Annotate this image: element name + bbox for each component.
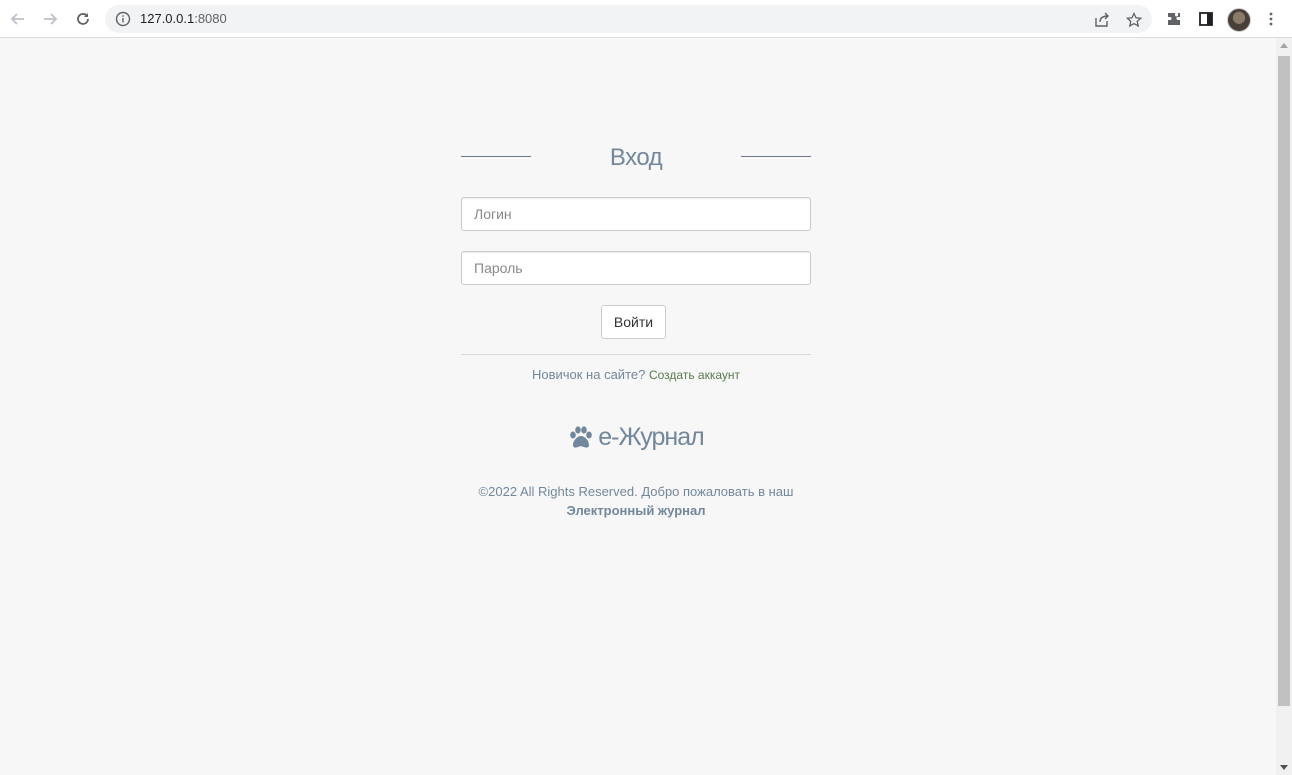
url-host: 127.0.0.1 xyxy=(140,11,195,26)
login-submit-button[interactable]: Войти xyxy=(601,305,666,339)
form-separator xyxy=(461,354,811,355)
reload-icon xyxy=(77,13,89,25)
login-title: Вход xyxy=(609,144,663,171)
forward-arrow-icon xyxy=(44,13,58,25)
side-panel-icon[interactable] xyxy=(1196,9,1216,29)
reload-button[interactable] xyxy=(70,6,96,32)
brand-name: e-Журнал xyxy=(598,423,704,451)
title-divider-right xyxy=(741,156,811,157)
signup-prompt-text: Новичок на сайте? xyxy=(531,367,646,382)
site-info-icon[interactable] xyxy=(115,11,131,32)
scroll-up-arrow-icon[interactable] xyxy=(1280,43,1288,48)
signup-prompt: Новичок на сайте? Создать аккаунт xyxy=(461,367,811,382)
forward-button[interactable] xyxy=(37,6,63,32)
menu-kebab-icon[interactable] xyxy=(1261,9,1281,29)
url-text: 127.0.0.1:8080 xyxy=(140,11,227,26)
back-button[interactable] xyxy=(5,6,31,32)
scroll-down-arrow-icon[interactable] xyxy=(1280,765,1288,770)
bookmark-star-icon[interactable] xyxy=(1125,11,1143,29)
page-scrollbar[interactable] xyxy=(1276,38,1292,775)
share-icon[interactable] xyxy=(1093,11,1111,29)
back-arrow-icon xyxy=(10,13,24,25)
browser-toolbar: 127.0.0.1:8080 xyxy=(0,0,1292,38)
password-input[interactable] xyxy=(461,251,811,285)
profile-avatar[interactable] xyxy=(1227,8,1251,32)
footer: ©2022 All Rights Reserved. Добро пожалов… xyxy=(461,482,811,520)
footer-copyright: ©2022 All Rights Reserved. Добро пожалов… xyxy=(478,484,794,499)
login-form: Вход Войти Новичок на сайте? Создать акк… xyxy=(461,140,811,518)
paw-icon xyxy=(570,425,593,448)
username-input[interactable] xyxy=(461,197,811,231)
address-bar[interactable]: 127.0.0.1:8080 xyxy=(105,5,1152,33)
login-title-row: Вход xyxy=(461,140,811,176)
brand-logo: e-Журнал xyxy=(461,423,811,452)
footer-site-name: Электронный журнал xyxy=(566,503,706,518)
url-port: :8080 xyxy=(194,11,227,26)
scrollbar-thumb[interactable] xyxy=(1278,56,1290,706)
extensions-puzzle-icon[interactable] xyxy=(1164,9,1184,29)
create-account-link[interactable]: Создать аккаунт xyxy=(649,368,740,382)
